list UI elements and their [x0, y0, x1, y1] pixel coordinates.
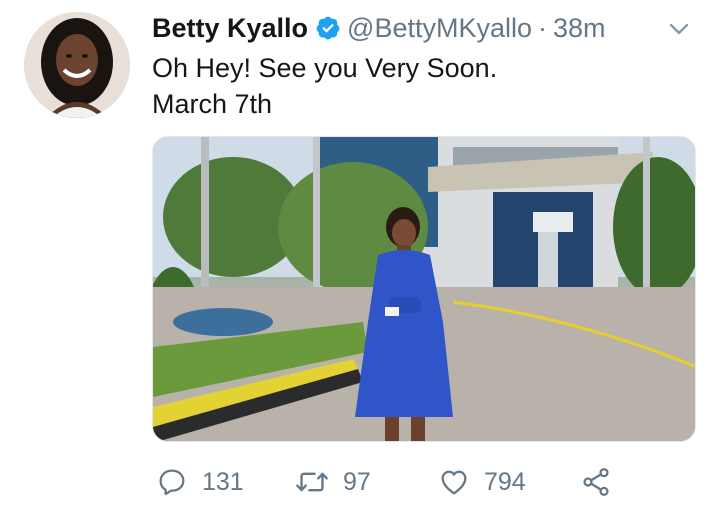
reply-count: 131 — [202, 467, 244, 496]
tweet-header: Betty Kyallo @BettyMKyallo · 38m — [152, 10, 696, 46]
retweet-button[interactable]: 97 — [295, 460, 371, 504]
like-count: 794 — [484, 467, 526, 496]
like-button[interactable]: 794 — [438, 460, 526, 504]
verified-badge-icon — [315, 15, 341, 41]
tweet-photo[interactable] — [152, 136, 696, 442]
tweet-text: Oh Hey! See you Very Soon. March 7th — [152, 50, 497, 122]
reply-button[interactable]: 131 — [156, 460, 244, 504]
tweet-actions: 131 97 794 — [152, 460, 622, 504]
heart-icon — [438, 466, 470, 498]
share-icon — [580, 466, 612, 498]
separator-dot: · — [538, 12, 548, 43]
reply-icon — [156, 466, 188, 498]
author-display-name[interactable]: Betty Kyallo — [152, 13, 308, 44]
tweet-timestamp[interactable]: 38m — [553, 13, 606, 44]
chevron-down-icon[interactable] — [666, 16, 692, 42]
tweet-text-line: Oh Hey! See you Very Soon. — [152, 53, 498, 83]
retweet-count: 97 — [343, 467, 371, 496]
retweet-icon — [295, 466, 329, 498]
author-handle[interactable]: @BettyMKyallo — [347, 13, 532, 44]
share-button[interactable] — [580, 460, 612, 504]
avatar[interactable] — [24, 12, 130, 118]
tweet-card[interactable]: Betty Kyallo @BettyMKyallo · 38m Oh Hey!… — [0, 0, 720, 507]
tweet-text-line: March 7th — [152, 89, 273, 119]
